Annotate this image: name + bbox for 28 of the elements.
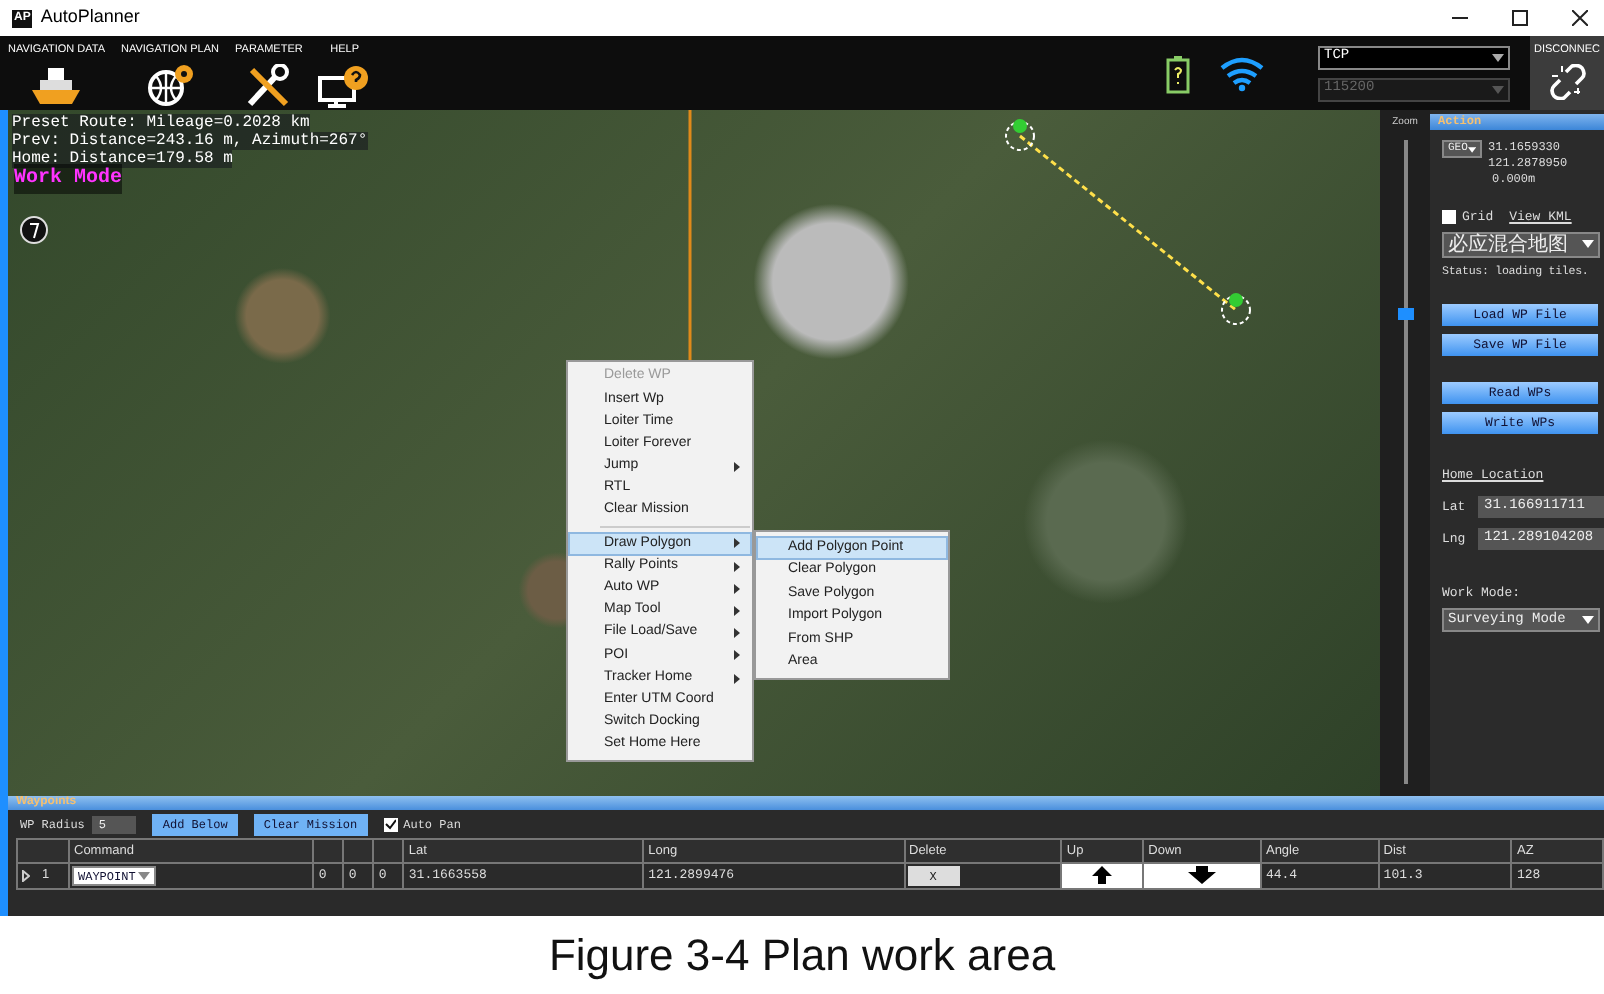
wifi-icon: [1218, 55, 1266, 91]
up-arrow-icon[interactable]: [1092, 866, 1113, 885]
battery-icon: [1166, 53, 1190, 93]
down-arrow-icon[interactable]: [1188, 866, 1217, 885]
broken-link-icon: [1550, 64, 1586, 101]
maximize-icon[interactable]: [1512, 10, 1528, 26]
zoom-slider-thumb[interactable]: [1397, 307, 1413, 320]
caret-icon: [1582, 240, 1594, 249]
map-info-text: Home: Distance=179.58 m: [12, 150, 233, 168]
caret-icon: [1582, 615, 1594, 624]
caret-icon: [1492, 53, 1504, 61]
row-pointer-icon: [22, 870, 30, 883]
map-type-select[interactable]: 必应混合地图: [1442, 231, 1600, 258]
satellite-map-photo[interactable]: [8, 110, 1380, 796]
close-icon[interactable]: [1572, 10, 1588, 26]
caret-icon: [138, 872, 150, 881]
caret-icon: [1467, 145, 1476, 153]
window-title: AutoPlanner: [40, 4, 140, 31]
ship-icon: [30, 64, 83, 109]
figure-caption: Figure 3-4 Plan work area: [546, 928, 1058, 984]
caret-icon: [1492, 85, 1504, 93]
map-info-text: Preset Route: Mileage=0.2028 km: [12, 114, 310, 132]
map-info-text: Prev: Distance=243.16 m, Azimuth=267°: [12, 132, 368, 150]
auto-pan-checkbox[interactable]: [383, 817, 398, 831]
work-mode-label: Work Mode: [14, 164, 123, 194]
grid-checkbox[interactable]: [1442, 210, 1456, 225]
check-icon: [384, 818, 397, 830]
tools-icon: [242, 64, 295, 109]
